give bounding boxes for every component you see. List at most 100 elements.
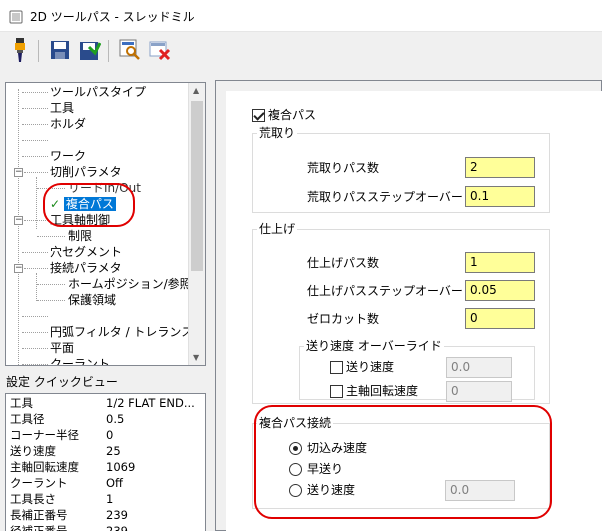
tree-item-planes[interactable]: 平面 (50, 340, 74, 356)
tree-connector (22, 332, 48, 333)
tree-item-limits[interactable]: 制限 (68, 228, 92, 244)
save-icon (51, 41, 69, 59)
delete-button[interactable] (148, 37, 172, 63)
tree-item-link-params[interactable]: 接続パラメタ (50, 260, 122, 276)
tree-connector (22, 316, 48, 317)
rough-step-input[interactable]: 0.1 (465, 186, 535, 207)
tree-connector (22, 252, 48, 253)
link-feed-rate-radio[interactable] (289, 484, 302, 497)
tree-item-multi-pass[interactable]: ✓ 複合パス (50, 196, 116, 212)
tree-item-tool[interactable]: 工具 (50, 100, 74, 116)
link-feed-rate-input[interactable]: 0.0 (445, 480, 515, 501)
scroll-up-icon[interactable]: ▲ (193, 86, 199, 95)
toolbar-separator (38, 40, 39, 62)
table-key: コーナー半径 (10, 428, 79, 442)
tree-item-home-position[interactable]: ホームポジション/参照点 (68, 276, 204, 292)
collapse-icon[interactable]: − (14, 216, 23, 225)
multi-pass-checkbox[interactable] (252, 109, 265, 122)
collapse-icon[interactable]: − (14, 264, 23, 273)
rough-step-label: 荒取りパスステップオーバー (307, 190, 463, 204)
save-as-button[interactable] (78, 37, 102, 63)
table-value: 239 (106, 508, 128, 522)
tree-item-lead-in-out[interactable]: リードIn/Out (68, 180, 141, 196)
tree-item-protected-area[interactable]: 保護領域 (68, 292, 116, 308)
tree-connector (22, 156, 48, 157)
table-key: 工具径 (10, 412, 45, 426)
table-key: クーラント (10, 476, 68, 490)
tree-connector (37, 236, 65, 237)
multi-pass-panel: 複合パス 荒取り 荒取りパス数 2 荒取りパスステップオーバー 0.1 仕上げ … (215, 80, 602, 531)
override-spindle-checkbox[interactable] (330, 385, 343, 398)
scrollbar-thumb[interactable] (191, 101, 203, 271)
rough-passes-input[interactable]: 2 (465, 157, 535, 178)
tree-item-toolpath-type[interactable]: ツールパスタイプ (50, 84, 146, 100)
table-key: 工具長さ (10, 492, 56, 506)
tree-scrollbar[interactable]: ▲ ▼ (188, 83, 205, 365)
quickview-label: 設定 クイックビュー (6, 375, 118, 389)
table-value: Off (106, 476, 123, 490)
table-value: 1/2 FLAT END... (106, 396, 195, 410)
roughing-group: 荒取り 荒取りパス数 2 荒取りパスステップオーバー 0.1 (252, 126, 550, 213)
rough-passes-label: 荒取りパス数 (307, 161, 380, 175)
tree-connector (22, 108, 48, 109)
tree-item-coolant[interactable]: クーラント (50, 356, 110, 365)
finish-passes-input[interactable]: 1 (465, 252, 535, 273)
multi-pass-link-title: 複合パス接続 (257, 416, 334, 430)
toolbar-separator (108, 40, 109, 62)
link-feed-rate-label: 送り速度 (307, 483, 356, 497)
override-feed-input[interactable]: 0.0 (446, 357, 512, 378)
finishing-group: 仕上げ 仕上げパス数 1 仕上げパスステップオーバー 0.05 ゼロカット数 0… (252, 222, 550, 404)
title-bar: 2D ツールパス - スレッドミル (0, 0, 602, 32)
table-key: 送り速度 (10, 444, 56, 458)
panel-content: 複合パス 荒取り 荒取りパス数 2 荒取りパスステップオーバー 0.1 仕上げ … (226, 91, 602, 531)
override-spindle-input[interactable]: 0 (446, 381, 512, 402)
table-value: 1 (106, 492, 114, 506)
zero-cut-input[interactable]: 0 (465, 308, 535, 329)
feed-override-title: 送り速度 オーバーライド (304, 339, 444, 353)
left-panel: ツールパスタイプ 工具 ホルダ ワーク − 切削パラメタ リードIn/Out ✓… (3, 80, 207, 531)
roughing-title: 荒取り (257, 126, 298, 140)
tree-connector (37, 300, 65, 301)
finish-step-input[interactable]: 0.05 (465, 280, 535, 301)
table-key: 主軸回転速度 (10, 460, 79, 474)
tree-item-holder[interactable]: ホルダ (50, 116, 86, 132)
tree-connector (22, 348, 48, 349)
tree-item-cut-params[interactable]: 切削パラメタ (50, 164, 122, 180)
link-plunge-rate-radio[interactable] (289, 442, 302, 455)
tree-connector (22, 140, 48, 141)
tree-item-hole-segment[interactable]: 穴セグメント (50, 244, 122, 260)
tree-item-multi-pass-label: 複合パス (63, 197, 116, 211)
inspect-icon (119, 39, 140, 60)
tree-guide-line (18, 89, 19, 365)
link-rapid-label: 早送り (307, 462, 344, 476)
table-key: 長補正番号 (10, 508, 68, 522)
collapse-icon[interactable]: − (14, 168, 23, 177)
tree-connector (22, 92, 48, 93)
multi-pass-link-group: 複合パス接続 切込み速度 早送り 送り速度 0.0 (252, 416, 550, 509)
tree-connector (22, 124, 48, 125)
feed-override-group: 送り速度 オーバーライド 送り速度 0.0 主軸回転速度 0 (299, 339, 535, 402)
finishing-title: 仕上げ (257, 222, 298, 236)
tree-item-tool-axis-control[interactable]: 工具軸制御 (50, 212, 110, 228)
table-value: 239 (106, 524, 128, 531)
parameter-tree: ツールパスタイプ 工具 ホルダ ワーク − 切削パラメタ リードIn/Out ✓… (5, 82, 206, 366)
tool-button[interactable] (8, 37, 32, 63)
tree-item-arc-filter[interactable]: 円弧フィルタ / トレランス (50, 324, 193, 340)
app-icon (9, 10, 23, 24)
tree-guide-line (36, 273, 37, 301)
override-feed-label: 送り速度 (346, 360, 395, 374)
inspect-button[interactable] (118, 37, 142, 63)
zero-cut-label: ゼロカット数 (307, 312, 380, 326)
save-button[interactable] (48, 37, 72, 63)
toolbar (0, 32, 602, 70)
tree-connector (22, 364, 48, 365)
scroll-down-icon[interactable]: ▼ (193, 353, 199, 362)
override-feed-checkbox[interactable] (330, 361, 343, 374)
link-rapid-radio[interactable] (289, 463, 302, 476)
tree-item-workpiece[interactable]: ワーク (50, 148, 86, 164)
tree-connector (37, 284, 65, 285)
tree-connector (24, 268, 48, 269)
finish-step-label: 仕上げパスステップオーバー (307, 284, 463, 298)
tree-guide-line (36, 177, 37, 229)
table-key: 径補正番号 (10, 524, 68, 531)
